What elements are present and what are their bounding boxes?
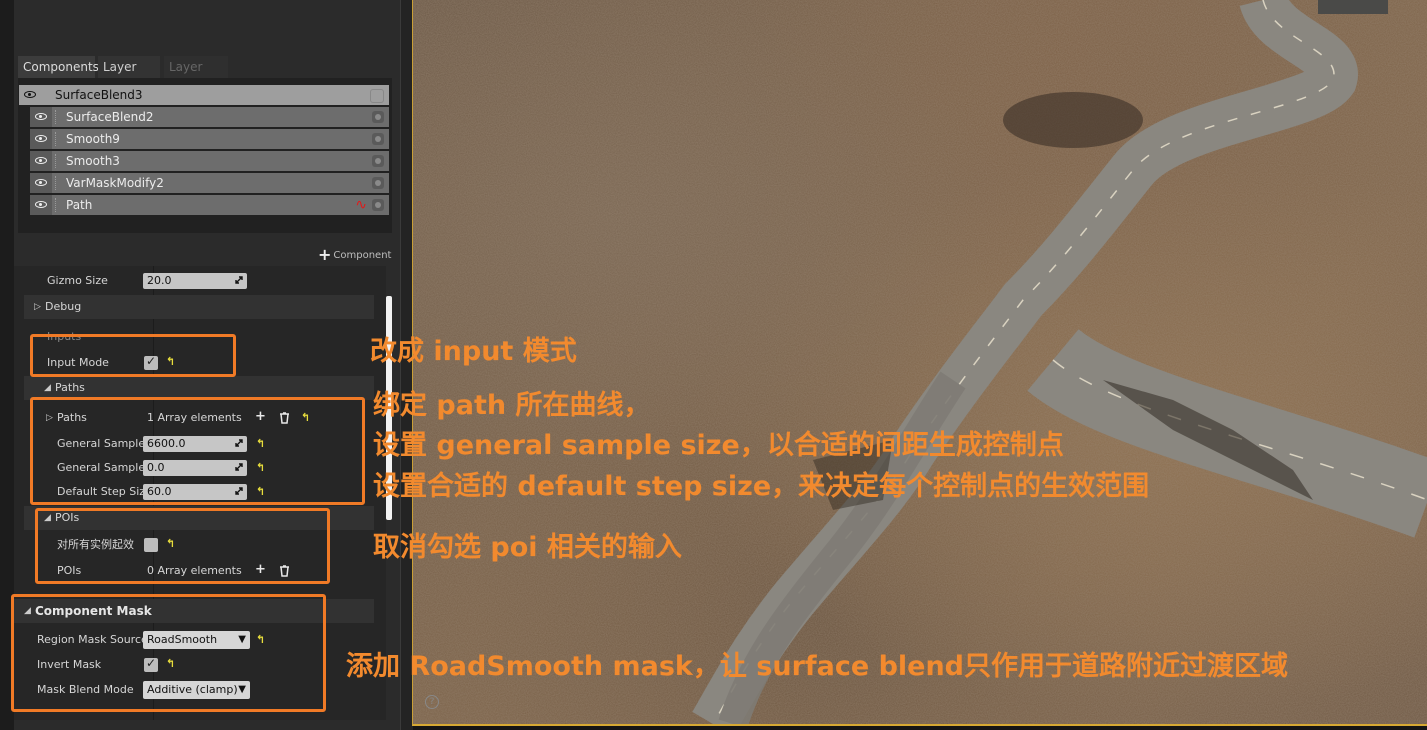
help-icon[interactable]: ?: [425, 695, 439, 709]
drag-handle-icon[interactable]: [55, 154, 59, 168]
component-row-surfaceblend3[interactable]: SurfaceBlend3: [19, 85, 389, 105]
visibility-eye-icon[interactable]: [35, 157, 47, 164]
drag-handle-icon[interactable]: [55, 176, 59, 190]
component-row-surfaceblend2[interactable]: SurfaceBlend2: [30, 107, 389, 127]
tab-layer-info[interactable]: Layer Info: [98, 56, 160, 96]
add-component-button[interactable]: + Component: [318, 243, 392, 264]
path-curve-icon: ∿: [355, 197, 367, 213]
component-list: SurfaceBlend3 SurfaceBlend2 Smooth9 Smoo…: [18, 78, 392, 233]
visibility-eye-icon[interactable]: [24, 91, 36, 98]
drag-handle-icon[interactable]: [55, 198, 59, 212]
add-component-label: Component: [333, 250, 392, 261]
component-label: SurfaceBlend2: [66, 110, 154, 124]
highlight-component-mask: [11, 594, 326, 712]
component-label: VarMaskModify2: [66, 176, 164, 190]
highlight-paths: [30, 397, 365, 505]
drag-handle-icon[interactable]: [55, 110, 59, 124]
status-dot-icon: [372, 177, 384, 189]
annotation-mask: 添加 RoadSmooth mask，让 surface blend只作用于道路…: [346, 651, 1289, 682]
tab-layer-edit: Layer Edit: [164, 56, 228, 96]
visibility-eye-icon[interactable]: [35, 113, 47, 120]
highlight-input-mode: [30, 334, 236, 377]
gizmo-size-label: Gizmo Size: [47, 274, 108, 287]
component-label: SurfaceBlend3: [55, 88, 143, 102]
annotation-path-line2: 设置 general sample size，以合适的间距生成控制点: [373, 430, 1064, 461]
resize-arrow-icon: [235, 276, 243, 284]
component-row-path[interactable]: Path ∿: [30, 195, 389, 215]
visibility-eye-icon[interactable]: [35, 201, 47, 208]
collapse-arrow-icon: ◢: [44, 383, 51, 393]
annotation-path-line3: 设置合适的 default step size，来决定每个控制点的生效范围: [373, 471, 1150, 502]
plus-icon: +: [318, 245, 332, 264]
component-label: Smooth9: [66, 132, 120, 146]
annotation-path-line1: 绑定 path 所在曲线，: [373, 390, 651, 421]
status-dot-icon: [372, 133, 384, 145]
expand-arrow-icon: ▷: [34, 302, 41, 312]
component-row-varmaskmodify2[interactable]: VarMaskModify2: [30, 173, 389, 193]
debug-section[interactable]: ▷ Debug: [24, 295, 374, 319]
status-dot-icon: [372, 111, 384, 123]
component-label: Path: [66, 198, 93, 212]
status-dot-icon: [372, 155, 384, 167]
annotation-poi: 取消勾选 poi 相关的输入: [373, 532, 682, 563]
drag-handle-icon[interactable]: [55, 132, 59, 146]
status-dot-icon: [372, 199, 384, 211]
visibility-eye-icon[interactable]: [35, 135, 47, 142]
visibility-eye-icon[interactable]: [35, 179, 47, 186]
highlight-pois: [35, 508, 330, 584]
annotation-input-mode: 改成 input 模式: [370, 336, 577, 367]
component-row-smooth9[interactable]: Smooth9: [30, 129, 389, 149]
tab-components[interactable]: Components: [18, 56, 99, 78]
gizmo-size-field[interactable]: 20.0: [143, 273, 247, 289]
status-dot-icon: [370, 89, 384, 103]
component-row-smooth3[interactable]: Smooth3: [30, 151, 389, 171]
component-label: Smooth3: [66, 154, 120, 168]
